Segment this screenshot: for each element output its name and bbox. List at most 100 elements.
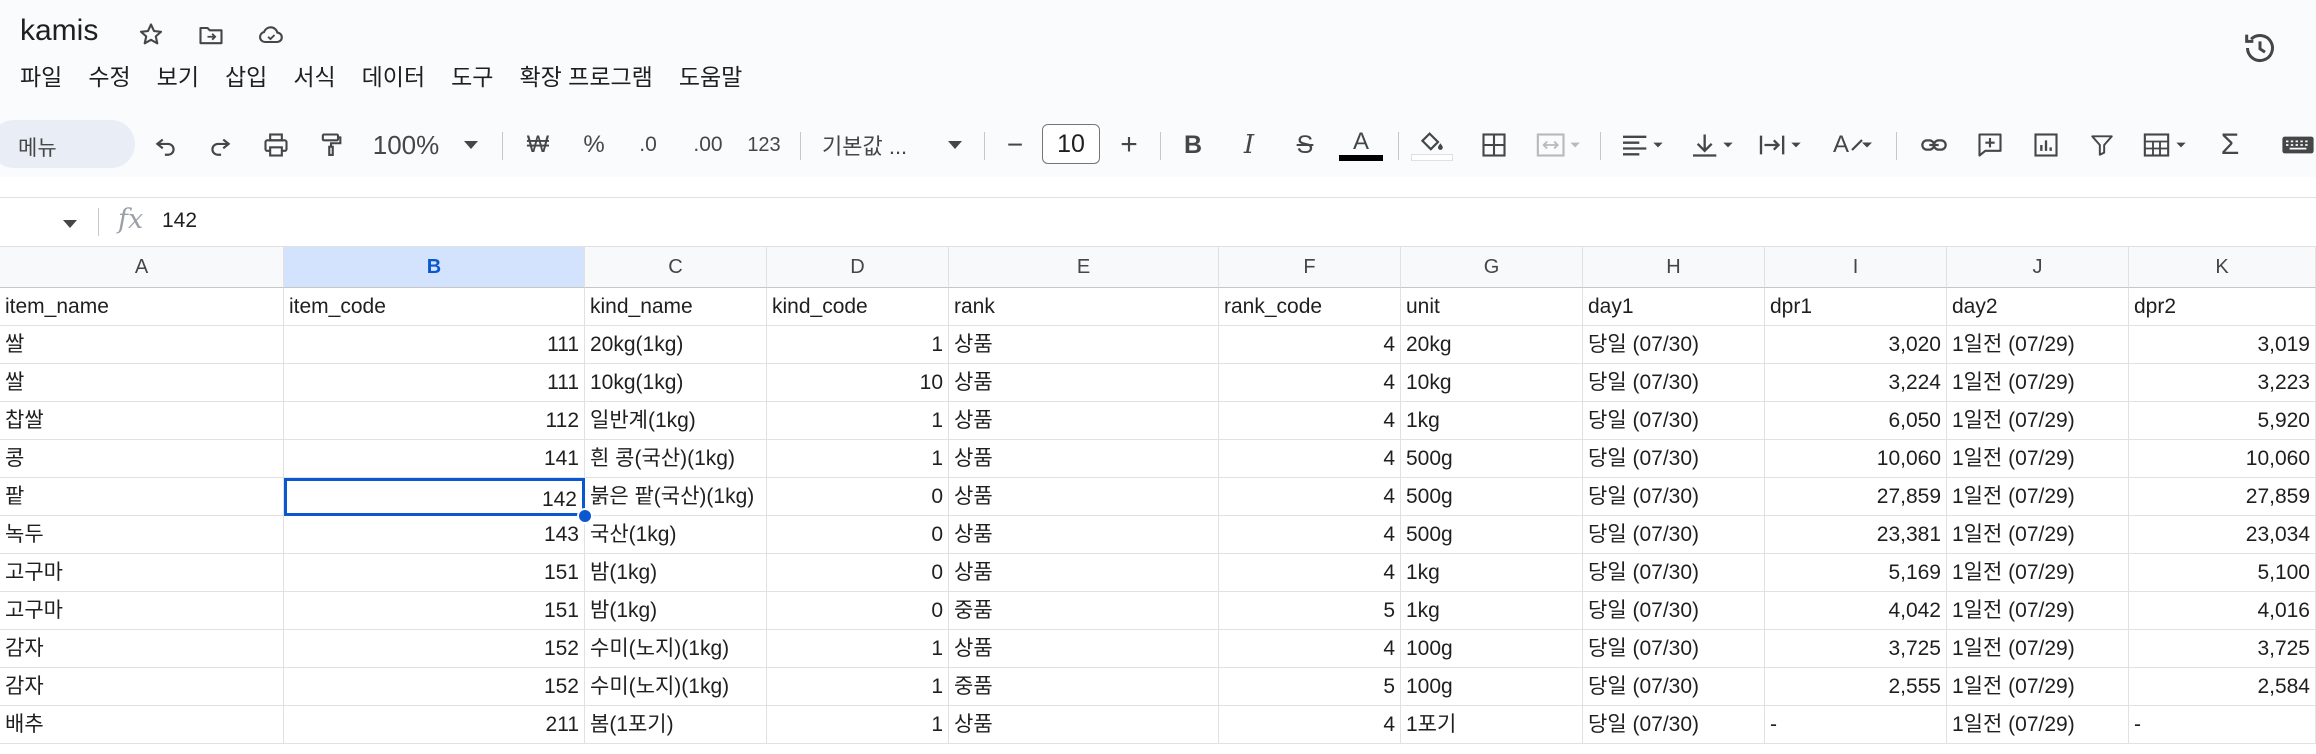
table-cell[interactable]: 당일 (07/30): [1583, 554, 1765, 592]
name-box-dropdown-icon[interactable]: [62, 216, 78, 234]
table-cell[interactable]: 당일 (07/30): [1583, 630, 1765, 668]
table-cell[interactable]: 3,223: [2129, 364, 2316, 402]
table-cell[interactable]: 중품: [949, 592, 1219, 630]
table-cell[interactable]: 5,100: [2129, 554, 2316, 592]
table-cell[interactable]: 3,019: [2129, 326, 2316, 364]
table-cell[interactable]: 당일 (07/30): [1583, 478, 1765, 516]
column-header-f[interactable]: F: [1219, 247, 1401, 288]
table-cell[interactable]: 151: [284, 554, 585, 592]
text-color-button[interactable]: A: [1338, 124, 1384, 166]
table-cell[interactable]: -: [2129, 706, 2316, 744]
table-cell[interactable]: 당일 (07/30): [1583, 402, 1765, 440]
fill-color-icon[interactable]: [1410, 124, 1454, 166]
table-cell[interactable]: 고구마: [0, 554, 284, 592]
table-cell[interactable]: 1일전 (07/29): [1947, 402, 2129, 440]
font-family-select[interactable]: 기본값 ...: [822, 124, 940, 166]
insert-chart-icon[interactable]: [2026, 124, 2066, 166]
table-cell[interactable]: 4: [1219, 440, 1401, 478]
table-cell[interactable]: 100g: [1401, 668, 1583, 706]
menu-file[interactable]: 파일: [20, 58, 62, 92]
table-cell[interactable]: 2,555: [1765, 668, 1947, 706]
text-wrapping-icon[interactable]: [1752, 124, 1812, 166]
column-header-i[interactable]: I: [1765, 247, 1947, 288]
increase-decimal-button[interactable]: .00: [686, 124, 730, 166]
header-cell-day1[interactable]: day1: [1583, 288, 1765, 326]
table-cell[interactable]: 500g: [1401, 516, 1583, 554]
table-cell[interactable]: 1일전 (07/29): [1947, 554, 2129, 592]
table-cell[interactable]: 배추: [0, 706, 284, 744]
column-header-a[interactable]: A: [0, 247, 284, 288]
table-cell[interactable]: 20kg: [1401, 326, 1583, 364]
table-cell[interactable]: 4: [1219, 478, 1401, 516]
table-cell[interactable]: 흰 콩(국산)(1kg): [585, 440, 767, 478]
header-cell-rank[interactable]: rank: [949, 288, 1219, 326]
paint-format-icon[interactable]: [313, 124, 349, 166]
table-cell[interactable]: 당일 (07/30): [1583, 326, 1765, 364]
undo-icon[interactable]: [148, 124, 184, 166]
menu-help[interactable]: 도움말: [679, 58, 742, 92]
table-cell[interactable]: 23,381: [1765, 516, 1947, 554]
strikethrough-button[interactable]: S: [1288, 124, 1322, 166]
table-cell[interactable]: 111: [284, 364, 585, 402]
menu-extensions[interactable]: 확장 프로그램: [519, 58, 652, 92]
table-cell[interactable]: 1: [767, 440, 949, 478]
table-cell[interactable]: 상품: [949, 554, 1219, 592]
table-cell[interactable]: 1포기: [1401, 706, 1583, 744]
table-cell[interactable]: 상품: [949, 440, 1219, 478]
column-header-c[interactable]: C: [585, 247, 767, 288]
merge-cells-icon[interactable]: [1530, 124, 1590, 166]
currency-format-button[interactable]: ₩: [520, 124, 556, 166]
table-cell[interactable]: 상품: [949, 516, 1219, 554]
print-icon[interactable]: [258, 124, 294, 166]
header-cell-day2[interactable]: day2: [1947, 288, 2129, 326]
menu-search[interactable]: 메뉴: [0, 120, 135, 168]
table-cell[interactable]: 141: [284, 440, 585, 478]
table-cell[interactable]: 5,169: [1765, 554, 1947, 592]
functions-icon[interactable]: Σ: [2212, 124, 2248, 166]
active-cell[interactable]: 142: [284, 478, 585, 516]
table-cell[interactable]: 1kg: [1401, 402, 1583, 440]
table-cell[interactable]: 당일 (07/30): [1583, 440, 1765, 478]
percent-format-button[interactable]: %: [576, 124, 612, 166]
table-cell[interactable]: 4: [1219, 402, 1401, 440]
font-dropdown-icon[interactable]: [940, 124, 970, 166]
table-cell[interactable]: 5,920: [2129, 402, 2316, 440]
header-cell-item-name[interactable]: item_name: [0, 288, 284, 326]
header-cell-unit[interactable]: unit: [1401, 288, 1583, 326]
borders-icon[interactable]: [1474, 124, 1514, 166]
table-cell[interactable]: 23,034: [2129, 516, 2316, 554]
table-cell[interactable]: 상품: [949, 364, 1219, 402]
table-cell[interactable]: 당일 (07/30): [1583, 592, 1765, 630]
table-cell[interactable]: 5: [1219, 592, 1401, 630]
table-cell[interactable]: 수미(노지)(1kg): [585, 630, 767, 668]
table-cell[interactable]: 27,859: [1765, 478, 1947, 516]
table-cell[interactable]: 111: [284, 326, 585, 364]
fill-handle[interactable]: [577, 508, 593, 524]
header-cell-kind-name[interactable]: kind_name: [585, 288, 767, 326]
table-cell[interactable]: 3,725: [1765, 630, 1947, 668]
table-cell[interactable]: 4: [1219, 326, 1401, 364]
table-cell[interactable]: 0: [767, 592, 949, 630]
table-cell[interactable]: 3,725: [2129, 630, 2316, 668]
formula-input[interactable]: 142: [162, 209, 197, 233]
column-header-j[interactable]: J: [1947, 247, 2129, 288]
column-header-d[interactable]: D: [767, 247, 949, 288]
redo-icon[interactable]: [202, 124, 238, 166]
insert-comment-icon[interactable]: [1970, 124, 2010, 166]
table-cell[interactable]: -: [1765, 706, 1947, 744]
italic-button[interactable]: I: [1232, 124, 1266, 166]
table-cell[interactable]: 상품: [949, 402, 1219, 440]
table-cell[interactable]: 100g: [1401, 630, 1583, 668]
filter-views-icon[interactable]: [2136, 124, 2198, 166]
table-cell[interactable]: 1: [767, 402, 949, 440]
table-cell[interactable]: 당일 (07/30): [1583, 364, 1765, 402]
table-cell[interactable]: 3,020: [1765, 326, 1947, 364]
table-cell[interactable]: 상품: [949, 630, 1219, 668]
filter-icon[interactable]: [2082, 124, 2122, 166]
keyboard-icon[interactable]: [2280, 124, 2316, 166]
table-cell[interactable]: 10kg(1kg): [585, 364, 767, 402]
version-history-icon[interactable]: [2238, 26, 2282, 70]
star-icon[interactable]: [134, 18, 168, 52]
table-cell[interactable]: 쌀: [0, 326, 284, 364]
table-cell[interactable]: 감자: [0, 668, 284, 706]
